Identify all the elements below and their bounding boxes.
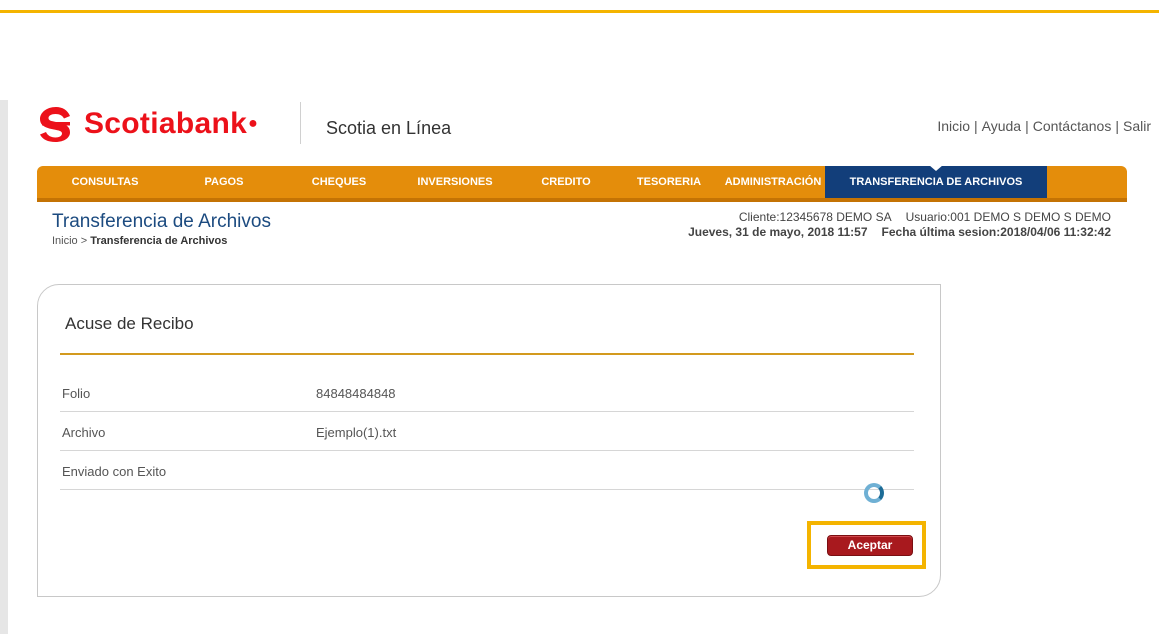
page: Scotiabank ● Scotia en Línea Inicio | Ayuda… — [0, 0, 1159, 634]
logo-text: Scotiabank — [84, 107, 248, 140]
accept-button[interactable]: Aceptar — [827, 535, 913, 556]
loading-spinner-icon — [864, 483, 884, 503]
nav-transferencia-de-archivos[interactable]: TRANSFERENCIA DE ARCHIVOS — [825, 165, 1047, 202]
row-label-archivo: Archivo — [62, 425, 106, 440]
breadcrumb-current: Transferencia de Archivos — [90, 235, 228, 247]
nav-transferencia-label: TRANSFERENCIA DE ARCHIVOS — [849, 176, 1023, 188]
top-links: Inicio | Ayuda | Contáctanos | Salir — [937, 118, 1151, 134]
nav-credito[interactable]: CREDITO — [515, 166, 617, 202]
row-label-folio: Folio — [62, 386, 91, 401]
page-title: Transferencia de Archivos — [52, 211, 271, 232]
row-label-status: Enviado con Exito — [62, 464, 167, 479]
breadcrumb-separator: > — [77, 235, 91, 247]
link-salir[interactable]: Salir — [1123, 118, 1151, 134]
link-inicio[interactable]: Inicio — [937, 118, 970, 134]
app-name: Scotia en Línea — [326, 118, 452, 138]
nav-bottom-border — [37, 198, 1127, 202]
link-separator: | — [1025, 118, 1029, 134]
scotiabank-s-logo-icon — [36, 104, 76, 144]
table-row: Enviado con Exito — [60, 452, 914, 490]
nav-tesoreria[interactable]: TESORERIA — [617, 166, 721, 202]
nav-inversiones[interactable]: INVERSIONES — [395, 166, 515, 202]
nav-pagos[interactable]: PAGOS — [165, 166, 283, 202]
receipt-card: Acuse de Recibo Folio 84848484848 Archiv… — [37, 284, 941, 597]
link-separator: | — [1115, 118, 1119, 134]
main-nav: CONSULTAS PAGOS CHEQUES INVERSIONES CRED… — [37, 165, 1127, 202]
header: Scotiabank ● Scotia en Línea Inicio | Ayuda… — [8, 100, 1159, 155]
last-session: Fecha última sesion:2018/04/06 11:32:42 — [881, 225, 1111, 239]
link-contactanos[interactable]: Contáctanos — [1033, 118, 1112, 134]
active-tab-caret — [929, 165, 943, 171]
logo[interactable]: Scotiabank ● — [36, 104, 258, 144]
link-separator: | — [974, 118, 978, 134]
top-accent-line — [0, 10, 1159, 13]
title-divider — [60, 353, 914, 355]
row-value-folio: 84848484848 — [316, 386, 396, 401]
breadcrumb-home[interactable]: Inicio — [52, 235, 78, 247]
nav-cheques[interactable]: CHEQUES — [283, 166, 395, 202]
left-edge-strip — [0, 100, 8, 634]
link-ayuda[interactable]: Ayuda — [982, 118, 1021, 134]
table-row: Folio 84848484848 — [60, 374, 914, 412]
breadcrumb: Inicio > Transferencia de Archivos — [52, 235, 227, 247]
receipt-title: Acuse de Recibo — [65, 314, 194, 333]
client-id: Cliente:12345678 DEMO SA — [738, 210, 892, 224]
user-id: Usuario:001 DEMO S DEMO S DEMO — [905, 210, 1111, 224]
table-row: Archivo Ejemplo(1).txt — [60, 413, 914, 451]
header-divider — [300, 102, 301, 144]
client-info: Cliente:12345678 DEMO SA Usuario:001 DEMO… — [688, 210, 1111, 240]
nav-consultas[interactable]: CONSULTAS — [45, 166, 165, 202]
current-date: Jueves, 31 de mayo, 2018 11:57 — [688, 225, 868, 239]
logo-dot: ● — [248, 115, 258, 132]
nav-administracion[interactable]: ADMINISTRACIÓN — [721, 166, 825, 202]
row-value-archivo: Ejemplo(1).txt — [316, 425, 397, 440]
